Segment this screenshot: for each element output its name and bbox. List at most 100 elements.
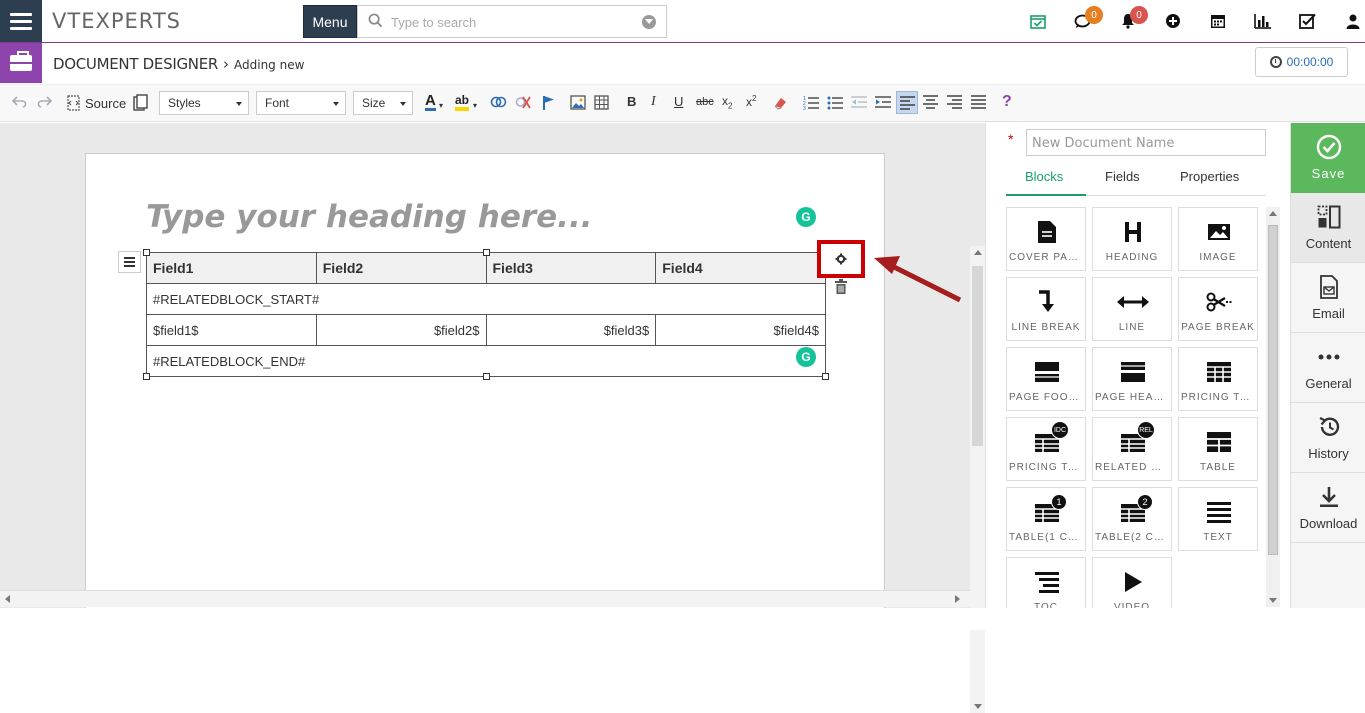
align-center-icon[interactable]	[923, 95, 938, 109]
justify-icon[interactable]	[971, 95, 986, 109]
search-box[interactable]: Type to search	[357, 5, 667, 38]
table-cell[interactable]: $field4$	[655, 314, 826, 346]
source-icon[interactable]	[66, 95, 82, 111]
trash-icon[interactable]	[834, 279, 848, 295]
resize-handle[interactable]	[143, 373, 150, 380]
preview-icon[interactable]	[133, 94, 148, 111]
scroll-down-icon[interactable]	[1269, 598, 1277, 603]
table-header-cell[interactable]: Field1	[146, 252, 317, 284]
history-button[interactable]: History	[1291, 403, 1365, 473]
scroll-right-icon[interactable]	[955, 595, 960, 603]
block-tile[interactable]: LINE BREAK	[1006, 277, 1086, 341]
block-menu-icon[interactable]	[118, 251, 141, 273]
scroll-down-icon[interactable]	[974, 704, 982, 709]
numbered-list-icon[interactable]: 123	[803, 95, 819, 110]
document-heading[interactable]: Type your heading here...	[146, 199, 593, 235]
help-icon[interactable]: ?	[1002, 93, 1012, 111]
search-dropdown-icon[interactable]	[642, 15, 656, 29]
block-tile[interactable]: 1 TABLE(1 COL)	[1006, 487, 1086, 551]
block-settings-button[interactable]	[817, 240, 865, 278]
styles-dropdown[interactable]: Styles	[159, 91, 249, 115]
scroll-thumb[interactable]	[1268, 225, 1278, 555]
calendar-check-icon[interactable]	[1015, 0, 1060, 42]
underline-icon[interactable]: U	[674, 94, 683, 109]
subscript-icon[interactable]: x2	[722, 94, 732, 110]
user-icon[interactable]	[1330, 0, 1365, 42]
document-name-input[interactable]: New Document Name	[1026, 129, 1266, 156]
bold-icon[interactable]: B	[627, 94, 636, 109]
module-title[interactable]: DOCUMENT DESIGNER	[53, 55, 218, 73]
indent-icon[interactable]	[875, 95, 891, 110]
strikethrough-icon[interactable]: abc	[696, 96, 714, 108]
resize-handle[interactable]	[483, 373, 490, 380]
panel-scrollbar[interactable]	[1266, 207, 1280, 607]
size-dropdown[interactable]: Size	[353, 91, 413, 115]
block-tile[interactable]: LINE	[1092, 277, 1172, 341]
block-tile[interactable]: PAGE FOOTER	[1006, 347, 1086, 411]
resize-handle[interactable]	[143, 249, 150, 256]
block-tile[interactable]: TABLE	[1178, 417, 1258, 481]
scroll-thumb[interactable]	[972, 266, 983, 446]
menu-button[interactable]: Menu	[303, 5, 357, 38]
align-left-button[interactable]	[896, 91, 918, 114]
briefcase-icon[interactable]	[0, 43, 42, 83]
align-right-icon[interactable]	[947, 95, 962, 109]
scroll-up-icon[interactable]	[1269, 211, 1277, 216]
remove-format-icon[interactable]	[772, 95, 789, 110]
source-button[interactable]: Source	[85, 96, 126, 111]
bg-color-chevron-icon[interactable]: ▾	[473, 101, 477, 110]
email-button[interactable]: Email	[1291, 263, 1365, 333]
editor-vertical-scrollbar[interactable]	[970, 246, 985, 713]
unlink-icon[interactable]	[515, 95, 531, 110]
italic-icon[interactable]: I	[651, 94, 656, 110]
bg-color-icon[interactable]: ab	[455, 93, 470, 111]
block-tile[interactable]: IMAGE	[1178, 207, 1258, 271]
block-tile[interactable]: PAGE HEADER	[1092, 347, 1172, 411]
editor-canvas[interactable]: Type your heading here... G Field1 Field…	[0, 123, 985, 713]
add-circle-icon[interactable]	[1150, 0, 1195, 42]
field-table[interactable]: Field1 Field2 Field3 Field4 #RELATEDBLOC…	[146, 252, 826, 377]
table-insert-icon[interactable]	[594, 95, 609, 110]
table-cell[interactable]: $field1$	[146, 314, 317, 346]
grammarly-icon[interactable]: G	[796, 207, 816, 227]
timer[interactable]: 00:00:00	[1255, 47, 1348, 77]
superscript-icon[interactable]: x2	[746, 94, 756, 109]
related-block-start[interactable]: #RELATEDBLOCK_START#	[146, 283, 826, 315]
content-button[interactable]: Content	[1291, 193, 1365, 263]
general-button[interactable]: General	[1291, 333, 1365, 403]
bell-icon[interactable]: 0	[1105, 0, 1150, 42]
table-header-cell[interactable]: Field4	[655, 252, 826, 284]
grammarly-icon[interactable]: G	[796, 347, 816, 367]
chat-icon[interactable]: 0	[1060, 0, 1105, 42]
editor-horizontal-scrollbar[interactable]	[0, 590, 970, 607]
tab-fields[interactable]: Fields	[1105, 169, 1140, 184]
block-tile[interactable]: COVER PAGE	[1006, 207, 1086, 271]
block-tile[interactable]: HEADING	[1092, 207, 1172, 271]
hamburger-menu-icon[interactable]	[0, 0, 42, 42]
search-input[interactable]: Type to search	[391, 15, 476, 30]
save-button[interactable]: Save	[1291, 123, 1365, 193]
block-tile[interactable]: PAGE BREAK	[1178, 277, 1258, 341]
outdent-icon[interactable]	[851, 95, 867, 110]
text-color-icon[interactable]: A	[425, 93, 436, 111]
tab-blocks[interactable]: Blocks	[1025, 169, 1063, 184]
anchor-flag-icon[interactable]	[542, 95, 556, 110]
calendar-icon[interactable]	[1195, 0, 1240, 42]
resize-handle[interactable]	[822, 373, 829, 380]
related-block-end[interactable]: #RELATEDBLOCK_END#	[146, 345, 826, 377]
scroll-up-icon[interactable]	[974, 250, 982, 255]
resize-handle[interactable]	[483, 249, 490, 256]
table-cell[interactable]: $field2$	[315, 314, 487, 346]
document-page[interactable]: Type your heading here... G Field1 Field…	[85, 153, 885, 613]
table-header-cell[interactable]: Field2	[315, 252, 487, 284]
text-color-chevron-icon[interactable]: ▾	[439, 101, 443, 110]
image-insert-icon[interactable]	[570, 95, 586, 110]
bullet-list-icon[interactable]	[827, 95, 843, 110]
logo[interactable]: VTEXPERTS	[52, 9, 181, 33]
undo-icon[interactable]	[12, 96, 28, 108]
redo-icon[interactable]	[36, 96, 52, 108]
block-tile[interactable]: PRICING TA...	[1178, 347, 1258, 411]
checkbox-icon[interactable]	[1285, 0, 1330, 42]
block-tile[interactable]: IDC PRICING TA...	[1006, 417, 1086, 481]
block-tile[interactable]: REL RELATED M...	[1092, 417, 1172, 481]
